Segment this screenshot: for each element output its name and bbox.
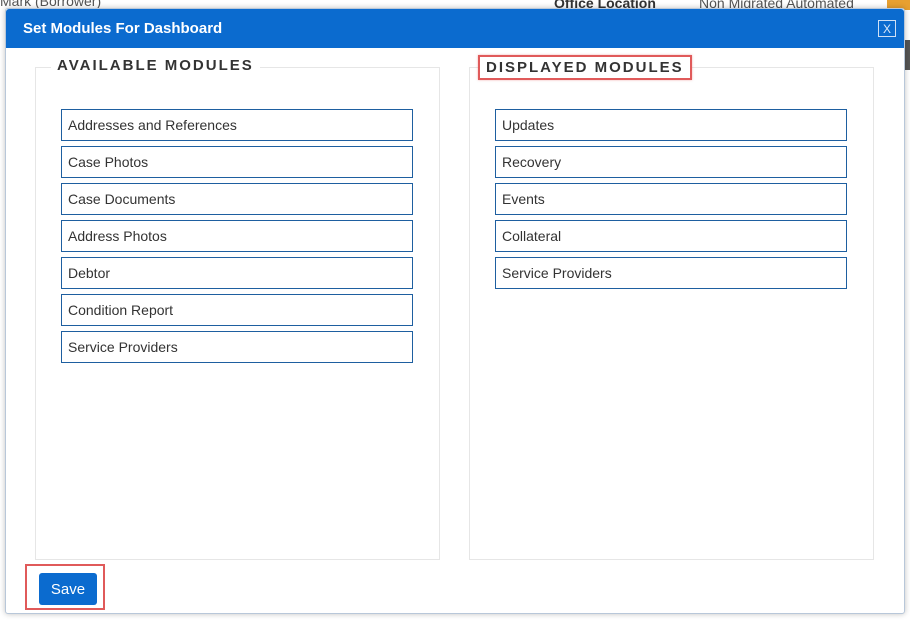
displayed-module-item[interactable]: Events [495, 183, 847, 215]
available-module-item[interactable]: Case Documents [61, 183, 413, 215]
modal-title: Set Modules For Dashboard [23, 20, 223, 37]
displayed-modules-list: Updates Recovery Events Collateral Servi… [495, 109, 847, 294]
available-module-item[interactable]: Addresses and References [61, 109, 413, 141]
available-modules-panel: AVAILABLE MODULES Addresses and Referenc… [35, 57, 440, 560]
available-module-item[interactable]: Service Providers [61, 331, 413, 363]
available-module-item[interactable]: Address Photos [61, 220, 413, 252]
save-button-highlight: Save [25, 564, 105, 610]
set-modules-modal: Set Modules For Dashboard X AVAILABLE MO… [5, 8, 905, 614]
available-module-item[interactable]: Debtor [61, 257, 413, 289]
modal-header: Set Modules For Dashboard X [6, 9, 904, 48]
available-modules-list: Addresses and References Case Photos Cas… [61, 109, 413, 368]
available-module-item[interactable]: Condition Report [61, 294, 413, 326]
displayed-module-item[interactable]: Updates [495, 109, 847, 141]
displayed-modules-heading: DISPLAYED MODULES [478, 55, 692, 80]
displayed-module-item[interactable]: Collateral [495, 220, 847, 252]
available-modules-heading: AVAILABLE MODULES [51, 57, 260, 74]
displayed-modules-panel: DISPLAYED MODULES Updates Recovery Event… [469, 55, 874, 560]
displayed-module-item[interactable]: Service Providers [495, 257, 847, 289]
displayed-module-item[interactable]: Recovery [495, 146, 847, 178]
save-button[interactable]: Save [39, 573, 97, 605]
available-module-item[interactable]: Case Photos [61, 146, 413, 178]
close-button[interactable]: X [878, 20, 896, 37]
